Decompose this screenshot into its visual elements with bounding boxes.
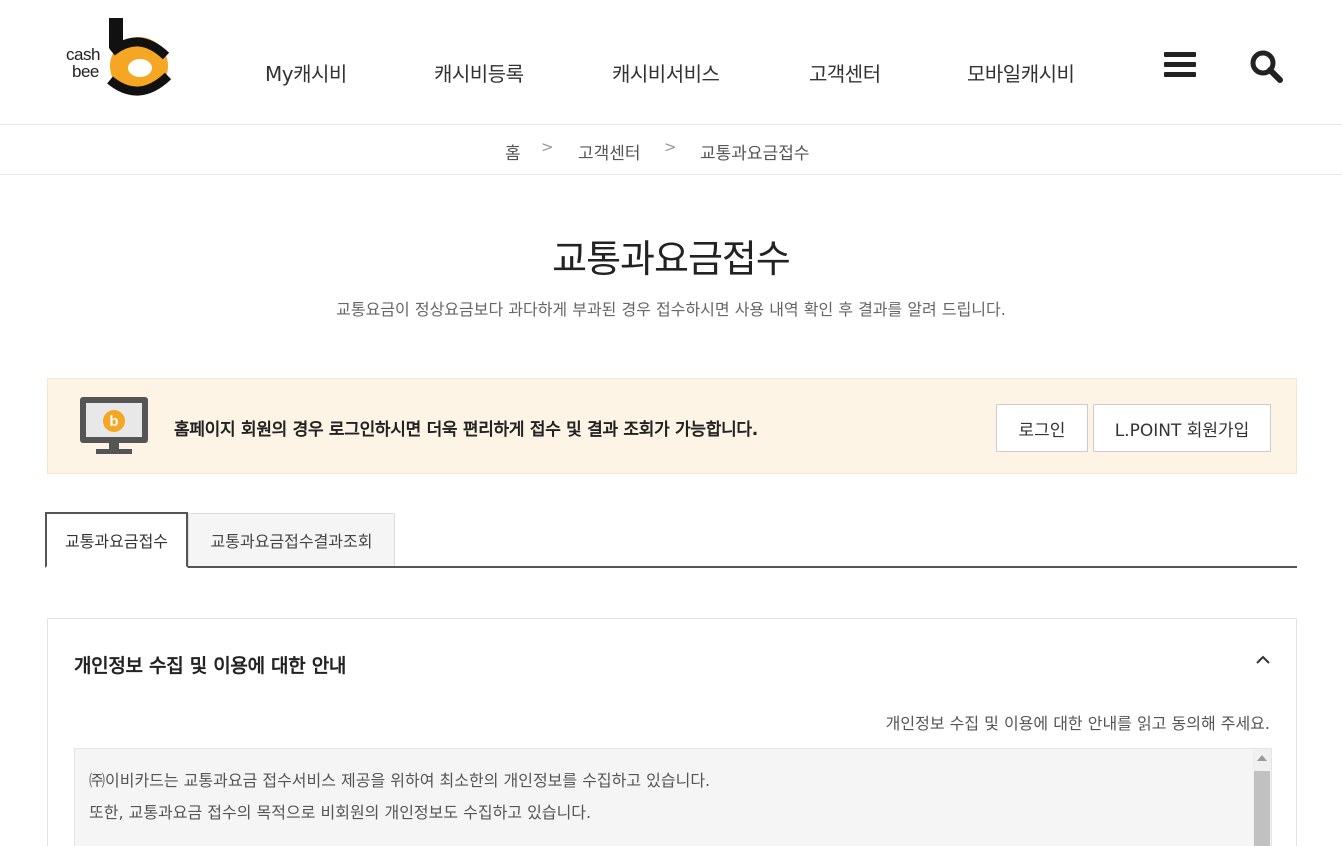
- monitor-icon: b: [78, 395, 150, 457]
- chevron-right-icon: >: [541, 138, 554, 156]
- login-button[interactable]: 로그인: [996, 404, 1088, 452]
- nav-item-customer-center[interactable]: 고객센터: [809, 58, 881, 87]
- nav-item-cashbee-service[interactable]: 캐시비서비스: [612, 58, 720, 87]
- tab-fare-claim[interactable]: 교통과요금접수: [45, 512, 188, 568]
- privacy-hint: 개인정보 수집 및 이용에 대한 안내를 읽고 동의해 주세요.: [885, 714, 1270, 733]
- privacy-accordion: 개인정보 수집 및 이용에 대한 안내 개인정보 수집 및 이용에 대한 안내를…: [47, 618, 1297, 846]
- tab-bar: 교통과요금접수 교통과요금접수결과조회: [45, 512, 1297, 568]
- breadcrumb-home[interactable]: 홈: [505, 139, 521, 164]
- hamburger-menu-icon[interactable]: [1164, 52, 1196, 78]
- nav-item-mobile-cashbee[interactable]: 모바일캐시비: [967, 58, 1075, 87]
- scrollbar[interactable]: [1253, 749, 1271, 846]
- privacy-content-box[interactable]: ㈜이비카드는 교통과요금 접수서비스 제공을 위하여 최소한의 개인정보를 수집…: [74, 748, 1272, 846]
- tab-fare-claim-result[interactable]: 교통과요금접수결과조회: [188, 513, 395, 566]
- nav-item-cashbee-register[interactable]: 캐시비등록: [434, 58, 524, 87]
- nav-item-my-cashbee[interactable]: My캐시비: [265, 58, 347, 87]
- login-notice-text: 홈페이지 회원의 경우 로그인하시면 더욱 편리하게 접수 및 결과 조회가 가…: [174, 420, 758, 440]
- svg-text:b: b: [109, 413, 118, 430]
- login-notice-box: b 홈페이지 회원의 경우 로그인하시면 더욱 편리하게 접수 및 결과 조회가…: [47, 378, 1297, 474]
- privacy-content-line: ㈜이비카드는 교통과요금 접수서비스 제공을 위하여 최소한의 개인정보를 수집…: [89, 771, 711, 790]
- breadcrumb: 홈 > 고객센터 > 교통과요금접수: [0, 125, 1342, 175]
- breadcrumb-customer-center[interactable]: 고객센터: [578, 139, 641, 164]
- breadcrumb-current[interactable]: 교통과요금접수: [700, 139, 809, 164]
- chevron-right-icon: >: [664, 138, 677, 156]
- privacy-title: 개인정보 수집 및 이용에 대한 안내: [74, 655, 347, 677]
- site-header: cash bee My캐시비 캐시비등록 캐시비서비스 고객센터 모바일캐시비: [0, 0, 1342, 125]
- lpoint-join-button[interactable]: L.POINT 회원가입: [1093, 404, 1271, 452]
- privacy-content-line: 또한, 교통과요금 접수의 목적으로 비회원의 개인정보도 수집하고 있습니다.: [89, 803, 592, 822]
- chevron-up-icon[interactable]: [1252, 649, 1274, 671]
- scrollbar-thumb[interactable]: [1254, 771, 1270, 846]
- main-nav: My캐시비 캐시비등록 캐시비서비스 고객센터 모바일캐시비: [0, 58, 1342, 88]
- scroll-up-arrow-icon[interactable]: [1257, 755, 1267, 761]
- page-title: 교통과요금접수: [552, 237, 791, 281]
- search-icon[interactable]: [1248, 48, 1284, 84]
- page-description: 교통요금이 정상요금보다 과다하게 부과된 경우 접수하시면 사용 내역 확인 …: [336, 300, 1006, 319]
